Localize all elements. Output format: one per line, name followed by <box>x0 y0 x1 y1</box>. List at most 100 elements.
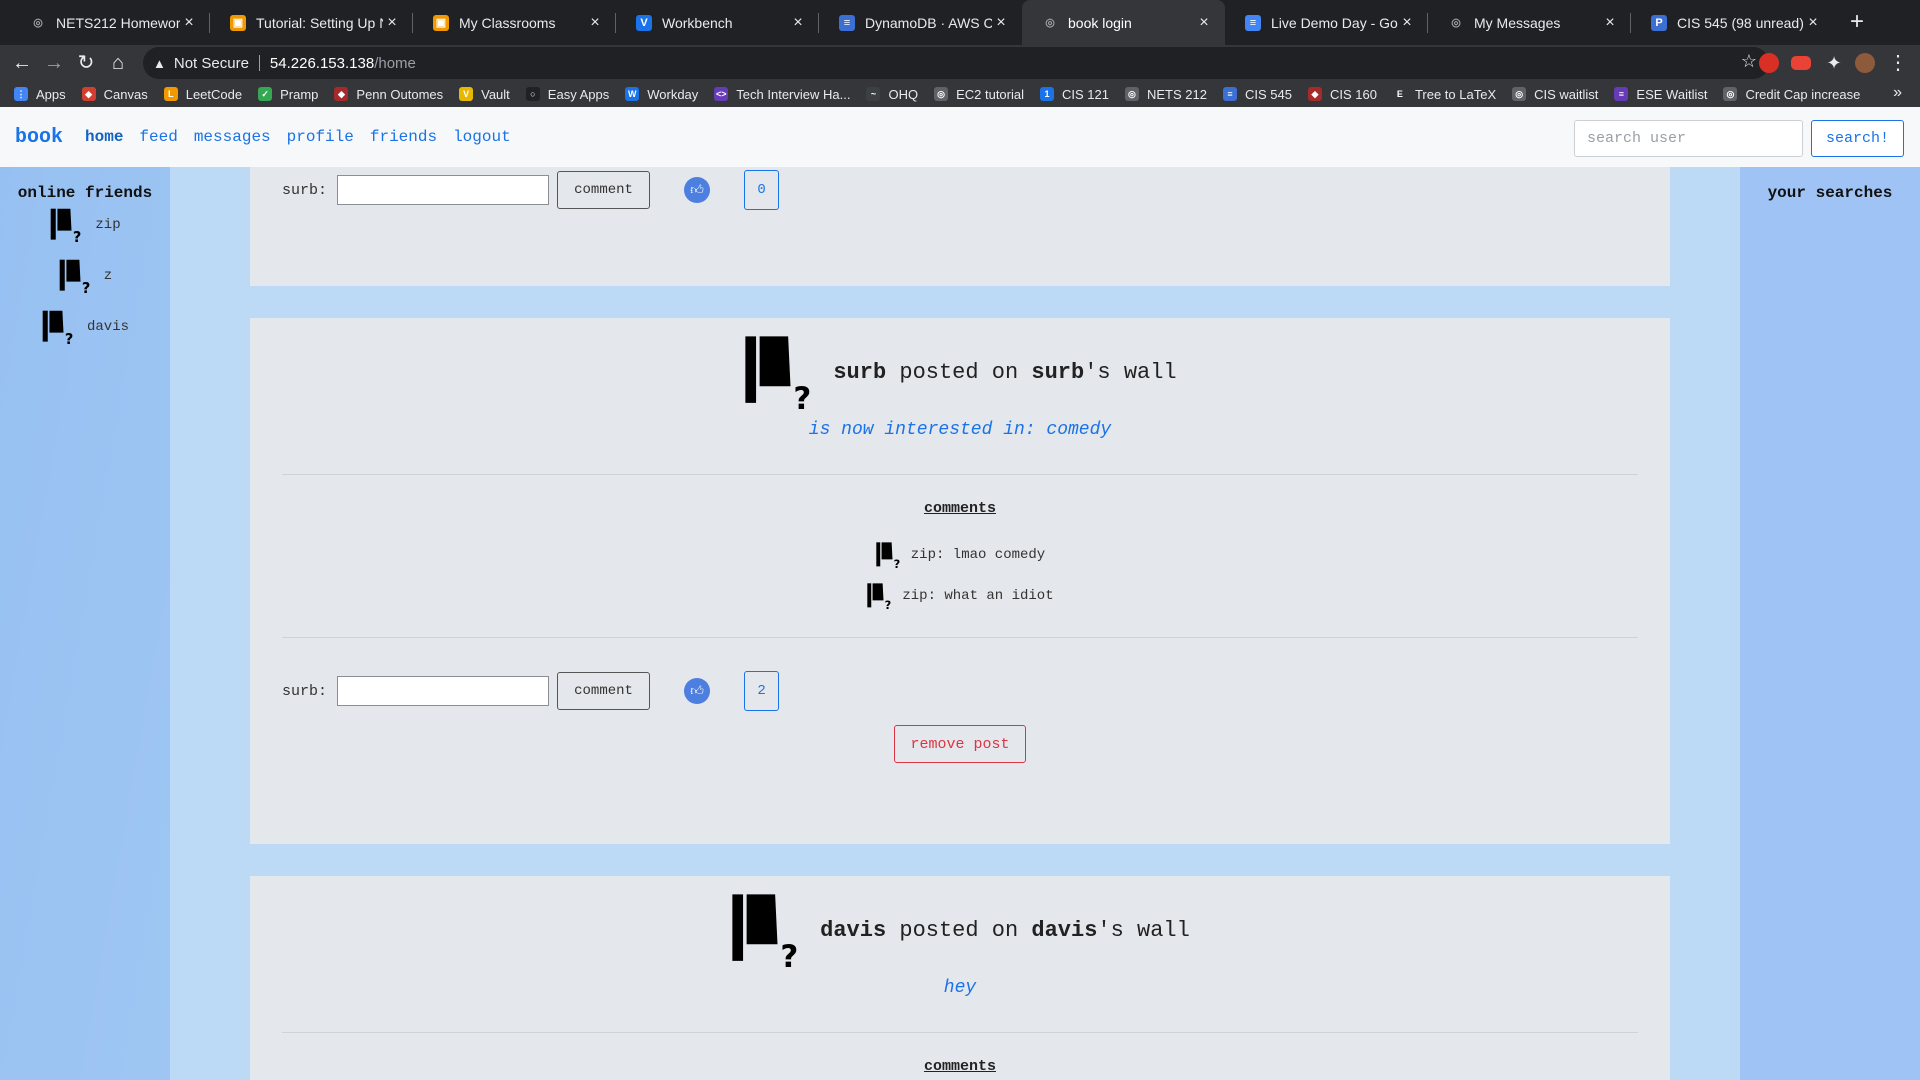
omnibox-divider <box>258 55 260 71</box>
search-button[interactable]: search! <box>1811 120 1904 157</box>
bookmark-label: Vault <box>481 86 510 102</box>
like-count[interactable]: 2 <box>744 671 780 711</box>
friend-item[interactable]: ? z <box>0 258 170 294</box>
extension-video-icon[interactable] <box>1791 56 1811 70</box>
nav-logout[interactable]: logout <box>453 128 511 146</box>
search-user-input[interactable] <box>1574 120 1803 157</box>
post-header: ? davis posted on davis's wall <box>250 894 1670 968</box>
bookmarks-overflow-icon[interactable]: » <box>1893 84 1902 102</box>
tab-tutorial[interactable]: ▣ Tutorial: Setting Up Nod × <box>210 0 413 45</box>
close-icon[interactable]: × <box>789 14 807 32</box>
ohq-icon: ~ <box>866 87 881 101</box>
bookmark-vault[interactable]: V Vault <box>459 87 510 102</box>
vault-icon: V <box>459 87 474 101</box>
bookmark-tree-to-latex[interactable]: E Tree to LaTeX <box>1392 87 1496 102</box>
tab-my-classrooms[interactable]: ▣ My Classrooms × <box>413 0 616 45</box>
post-author[interactable]: surb <box>833 360 886 385</box>
bookmark-label: ESE Waitlist <box>1636 86 1708 102</box>
nav-feed[interactable]: feed <box>139 128 177 146</box>
tab-workbench[interactable]: V Workbench × <box>616 0 819 45</box>
tab-nets212-homework[interactable]: ◎ NETS212 Homework 4 × <box>10 0 210 45</box>
close-icon[interactable]: × <box>383 14 401 32</box>
wall-owner[interactable]: davis <box>1031 918 1097 943</box>
tab-label: My Classrooms <box>459 14 556 31</box>
address-bar[interactable]: ▲ Not Secure 54.226.153.138/home ☆ <box>143 47 1769 79</box>
site-brand[interactable]: book <box>15 126 63 149</box>
default-avatar-icon: ? <box>732 894 798 968</box>
profile-avatar[interactable] <box>1855 53 1875 73</box>
reload-icon[interactable]: ↻ <box>72 49 100 77</box>
like-count[interactable]: 0 <box>744 170 780 210</box>
docs-icon: ≡ <box>1245 14 1261 31</box>
friend-item[interactable]: ? davis <box>0 309 170 345</box>
bookmark-label: Workday <box>647 86 699 102</box>
bookmark-apps[interactable]: ⋮ Apps <box>14 87 66 102</box>
wall-owner[interactable]: surb <box>1031 360 1084 385</box>
extensions-puzzle-icon[interactable]: ✦ <box>1820 49 1848 77</box>
new-tab-button[interactable]: + <box>1842 7 1872 37</box>
bookmark-ese-waitlist[interactable]: ≡ ESE Waitlist <box>1614 87 1707 102</box>
canvas-icon: ◆ <box>81 87 96 101</box>
bookmark-label: Tech Interview Ha... <box>736 86 851 102</box>
bookmark-label: Canvas <box>103 86 148 102</box>
bookmark-canvas[interactable]: ◆ Canvas <box>81 86 148 102</box>
home-icon[interactable]: ⌂ <box>104 49 132 77</box>
tab-my-messages[interactable]: ◎ My Messages × <box>1428 0 1631 45</box>
bookmark-label: EC2 tutorial <box>956 86 1024 102</box>
divider <box>282 1032 1638 1033</box>
post-author[interactable]: davis <box>820 918 886 943</box>
comment-input[interactable] <box>337 676 550 706</box>
tab-label: Workbench <box>662 14 733 31</box>
bookmark-cis-waitlist[interactable]: ◎ CIS waitlist <box>1512 87 1598 102</box>
close-icon[interactable]: × <box>1601 14 1619 32</box>
default-avatar-icon: ? <box>745 336 812 410</box>
close-icon[interactable]: × <box>1398 14 1416 32</box>
menu-kebab-icon[interactable]: ⋮ <box>1884 49 1912 77</box>
thumbs-up-icon[interactable]: 👍︎ <box>684 177 711 203</box>
tab-book-login[interactable]: ◎ book login × <box>1022 0 1225 45</box>
extension-red-icon[interactable] <box>1759 53 1779 73</box>
bookmark-label: OHQ <box>888 86 919 102</box>
bookmark-pramp[interactable]: ✓ Pramp <box>258 87 318 102</box>
bookmark-cis121[interactable]: 1 CIS 121 <box>1040 87 1109 102</box>
bookmark-ec2-tutorial[interactable]: ◎ EC2 tutorial <box>934 87 1024 102</box>
forward-icon[interactable]: → <box>40 49 68 77</box>
bookmark-workday[interactable]: W Workday <box>625 87 698 102</box>
comment-button[interactable]: comment <box>557 672 651 710</box>
close-icon[interactable]: × <box>1804 14 1822 32</box>
friend-item[interactable]: ? zip <box>0 207 170 243</box>
bookmark-cis545[interactable]: ≡ CIS 545 <box>1222 87 1292 102</box>
bookmark-tech-interview[interactable]: <> Tech Interview Ha... <box>714 87 850 102</box>
bookmark-ohq[interactable]: ~ OHQ <box>866 87 918 102</box>
bookmark-nets212[interactable]: ◎ NETS 212 <box>1124 87 1207 102</box>
close-icon[interactable]: × <box>586 14 604 32</box>
comment-input[interactable] <box>337 175 550 205</box>
remove-post-button[interactable]: remove post <box>894 725 1026 763</box>
tab-dynamodb[interactable]: ≡ DynamoDB · AWS Conso × <box>819 0 1022 45</box>
bookmark-cis160[interactable]: ◆ CIS 160 <box>1307 87 1377 102</box>
comment-button[interactable]: comment <box>557 171 651 209</box>
bookmark-easy-apps[interactable]: ○ Easy Apps <box>525 87 609 102</box>
cis545-icon: ≡ <box>1222 87 1237 101</box>
bookmarks-bar: ⋮ Apps ◆ Canvas L LeetCode ✓ Pramp ◆ Penn Out… <box>0 81 1920 107</box>
database-icon: ≡ <box>839 14 855 31</box>
tab-cis545[interactable]: P CIS 545 (98 unread) × <box>1631 0 1834 45</box>
back-icon[interactable]: ← <box>8 49 36 77</box>
nav-home[interactable]: home <box>85 128 123 146</box>
bookmark-leetcode[interactable]: L LeetCode <box>163 87 242 102</box>
security-status: Not Secure <box>173 54 249 72</box>
close-icon[interactable]: × <box>180 14 198 32</box>
tab-label: My Messages <box>1474 14 1561 31</box>
tab-live-demo-day[interactable]: ≡ Live Demo Day - Google × <box>1225 0 1428 45</box>
nav-profile[interactable]: profile <box>287 128 354 146</box>
pramp-icon: ✓ <box>258 87 273 101</box>
close-icon[interactable]: × <box>992 14 1010 32</box>
close-icon[interactable]: × <box>1195 14 1213 32</box>
bookmark-credit-cap[interactable]: ◎ Credit Cap increase <box>1723 87 1860 102</box>
bookmark-penn-outcomes[interactable]: ◆ Penn Outomes <box>334 87 443 102</box>
nav-messages[interactable]: messages <box>194 128 271 146</box>
thumbs-up-icon[interactable]: 👍︎ <box>684 678 711 704</box>
default-avatar-icon: ? <box>42 310 73 345</box>
bookmark-star-icon[interactable]: ☆ <box>1741 51 1757 72</box>
nav-friends[interactable]: friends <box>370 128 437 146</box>
